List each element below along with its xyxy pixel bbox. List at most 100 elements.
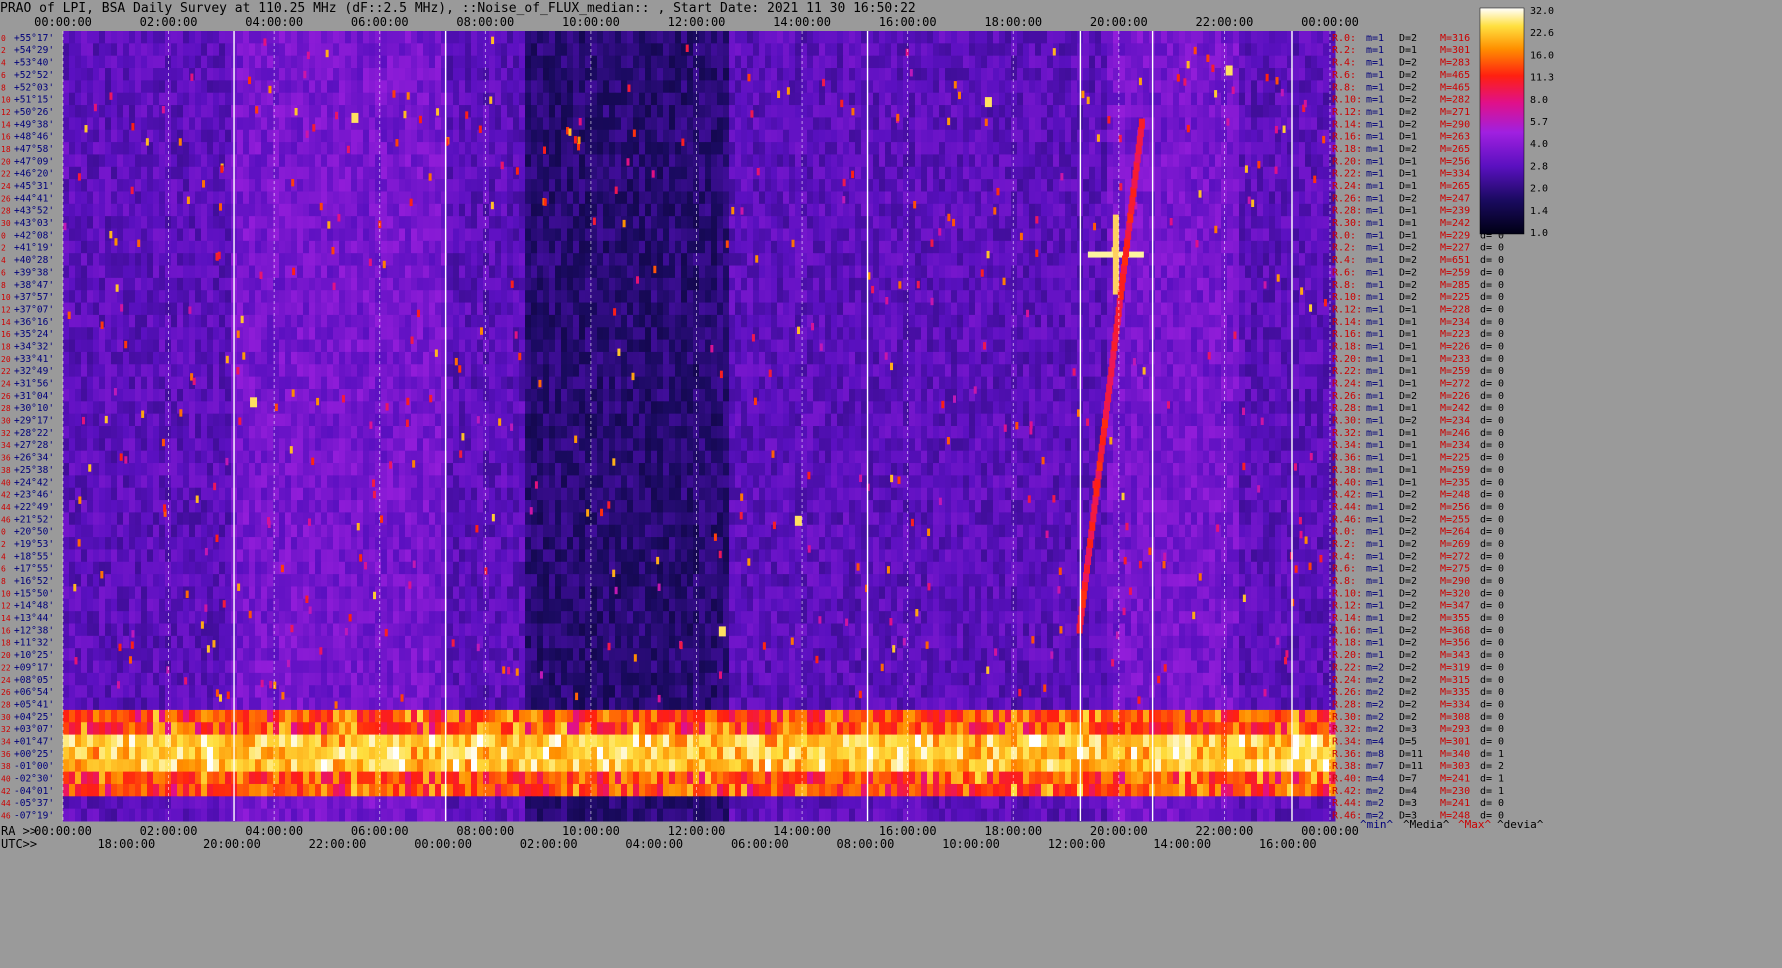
colorbar-tick: 22.6 (1530, 28, 1554, 39)
y-tick-label: +32°49' (14, 366, 54, 377)
noise-pixel (337, 214, 341, 222)
noise-pixel (137, 239, 141, 247)
noise-pixel (63, 222, 67, 231)
stats-ring: R.10: (1332, 292, 1362, 303)
stats-median: D=2 (1399, 576, 1417, 587)
row-index-label: 30 (1, 713, 11, 722)
stats-devia: d= 0 (1480, 712, 1504, 723)
stats-median: D=2 (1399, 82, 1417, 93)
row-index-label: 28 (1, 700, 11, 709)
stats-min: m=1 (1366, 144, 1384, 155)
noise-pixel (334, 701, 338, 709)
noise-pixel (1263, 281, 1267, 289)
noise-pixel (1167, 401, 1171, 409)
noise-pixel (1233, 331, 1237, 339)
stats-devia: d= 0 (1480, 453, 1504, 464)
stats-min: m=1 (1366, 465, 1384, 476)
emission-streak (1130, 187, 1137, 198)
stats-row: R.8: m=1 D=2 M=285 d= 0 (1332, 280, 1504, 291)
stats-ring: R.2: (1332, 45, 1356, 56)
utc-x-tick: 04:00:00 (625, 837, 683, 851)
stats-max: M=301 (1440, 45, 1470, 56)
stats-devia: d= 0 (1480, 662, 1504, 673)
stats-max: M=255 (1440, 514, 1470, 525)
noise-pixel (819, 343, 823, 351)
noise-pixel (718, 550, 722, 559)
noise-pixel (1019, 232, 1023, 241)
noise-pixel (1183, 78, 1187, 86)
noise-pixel (1244, 165, 1248, 173)
noise-pixel (346, 145, 350, 154)
noise-pixel (1304, 536, 1308, 544)
colorbar-tick: 5.7 (1530, 117, 1548, 128)
row-index-label: 18 (1, 639, 11, 648)
stats-max: M=368 (1440, 625, 1470, 636)
stats-min: m=1 (1366, 292, 1384, 303)
noise-pixel (332, 282, 336, 291)
noise-pixel (607, 642, 611, 651)
noise-pixel (1280, 88, 1284, 97)
noise-pixel (1121, 492, 1125, 501)
row-index-label: 30 (1, 219, 11, 228)
noise-pixel (507, 666, 511, 675)
y-tick-label: +49°38' (14, 119, 54, 130)
stats-min: m=1 (1366, 267, 1384, 278)
emission-streak (1090, 512, 1097, 523)
noise-pixel (289, 446, 293, 454)
noise-pixel (1300, 287, 1304, 295)
stats-ring: R.32: (1332, 724, 1362, 735)
noise-pixel (1111, 659, 1115, 667)
noise-pixel (656, 556, 660, 565)
noise-pixel (1041, 456, 1045, 465)
stats-max: M=290 (1440, 576, 1470, 587)
noise-pixel (204, 604, 208, 612)
row-index-label: 38 (1, 466, 11, 475)
noise-pixel (1169, 217, 1173, 226)
noise-pixel (215, 534, 219, 543)
stats-median: D=1 (1399, 181, 1417, 192)
noise-pixel (946, 437, 950, 445)
stats-devia: d= 0 (1480, 477, 1504, 488)
stats-ring: R.12: (1332, 107, 1362, 118)
stats-max: M=334 (1440, 169, 1470, 180)
noise-pixel (1298, 516, 1302, 525)
utc-x-tick: 08:00:00 (837, 837, 895, 851)
y-tick-label: +26°34' (14, 453, 54, 464)
emission-streak (1120, 264, 1127, 275)
emission-streak (1094, 478, 1101, 489)
stats-row: R.32: m=2 D=3 M=293 d= 0 (1332, 724, 1504, 735)
y-tick-label: +50°26' (14, 107, 54, 118)
noise-pixel (1193, 46, 1197, 55)
noise-pixel (725, 240, 729, 248)
stats-row: R.16:m=1D=1M=263d= (1332, 132, 1492, 143)
noise-pixel (406, 92, 410, 100)
stats-devia: d= 0 (1480, 514, 1504, 525)
emission-streak (1091, 503, 1098, 514)
stats-row: R.44: m=2 D=3 M=241 d= 0 (1332, 798, 1504, 809)
y-tick-label: +37°07' (14, 304, 54, 315)
stats-row: R.18:m=1D=2M=265d= (1332, 144, 1492, 155)
stats-ring: R.36: (1332, 453, 1362, 464)
emission-streak (1093, 486, 1100, 497)
stats-median: D=2 (1399, 255, 1417, 266)
stats-min: m=1 (1366, 613, 1384, 624)
noise-pixel (190, 73, 194, 81)
noise-pixel (1142, 367, 1146, 375)
noise-pixel (1285, 650, 1289, 658)
noise-pixel (916, 280, 920, 289)
noise-pixel (577, 136, 581, 145)
stats-row: R.20: m=1 D=2 M=343 d= 0 (1332, 650, 1504, 661)
y-tick-label: +23°46' (14, 490, 54, 501)
row-index-label: 44 (1, 799, 11, 808)
noise-pixel (1322, 135, 1326, 144)
noise-pixel (947, 213, 951, 222)
stats-max: M=272 (1440, 551, 1470, 562)
noise-pixel (161, 438, 165, 447)
stats-median: D=1 (1399, 465, 1417, 476)
row-index-label: 26 (1, 688, 11, 697)
noise-pixel (925, 641, 929, 649)
row-index-label: 4 (1, 59, 6, 68)
noise-pixel (1293, 463, 1297, 471)
emission-streak (1095, 469, 1102, 480)
emission-streak (1078, 606, 1085, 617)
